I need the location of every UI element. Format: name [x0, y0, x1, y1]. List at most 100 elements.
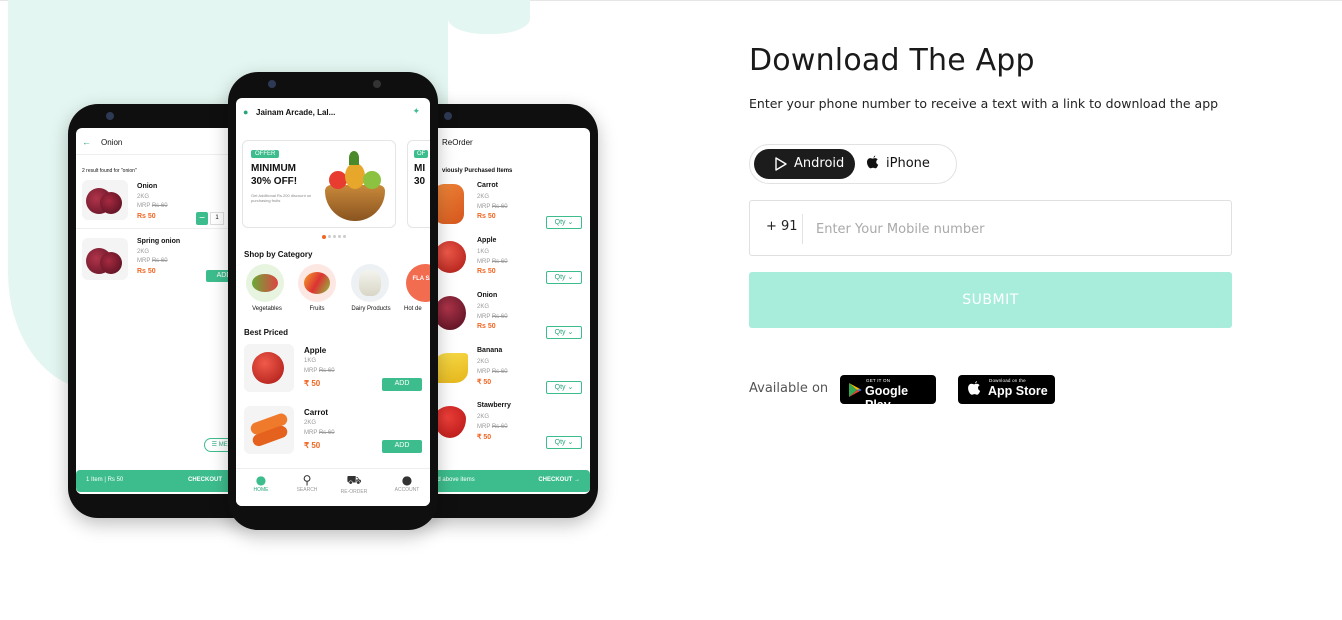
checkout-button[interactable]: CHECKOUT → — [538, 477, 580, 483]
google-play-badge[interactable]: GET IT ON Google Play — [840, 375, 936, 412]
item-name: Onion — [137, 183, 158, 190]
apple-image — [244, 344, 294, 392]
item-qty: 2KG — [304, 420, 317, 426]
user-icon: ● — [401, 473, 413, 487]
apple-logo-icon — [968, 380, 981, 395]
add-button[interactable]: ADD — [382, 440, 422, 453]
offer-banner[interactable]: OFFER MINIMUM 30% OFF! Get Additional Rs… — [242, 140, 396, 228]
page-subtitle: Enter your phone number to receive a tex… — [749, 96, 1219, 111]
nav-search[interactable]: ⚲ SEARCH — [292, 473, 322, 493]
list-item: Banana 2KG MRP Rs 60 ₹ 50 Qty ⌄ — [412, 345, 590, 400]
carousel-dots[interactable] — [322, 235, 352, 239]
bottom-nav: ● HOME ⚲ SEARCH ⛟ RE-ORDER ● ACCOUNT — [236, 468, 430, 506]
apple-image — [434, 241, 466, 273]
category-label: Vegetables — [252, 306, 282, 312]
search-value[interactable]: Onion — [101, 138, 122, 147]
reorder-title: ReOrder — [442, 138, 473, 147]
shop-by-category-heading: Shop by Category — [244, 250, 313, 259]
location-pin-icon: ● — [243, 107, 249, 117]
offer-fine-print: Get Additional Rs.200 discount on purcha… — [251, 193, 312, 203]
iphone-toggle-button[interactable]: iPhone — [866, 149, 930, 179]
item-price: ₹ 50 — [477, 379, 492, 386]
platform-toggle: Android iPhone — [749, 144, 957, 184]
mrp-value: Rs 60 — [491, 424, 508, 430]
mrp-value: Rs 60 — [151, 203, 168, 209]
carrot-image — [244, 406, 294, 454]
mobile-number-input[interactable] — [816, 215, 1216, 243]
app-store-badge[interactable]: Download on the App Store — [958, 375, 1055, 404]
offer-banner-2[interactable]: OF MI 30 — [407, 140, 430, 228]
page-title: Download The App — [749, 43, 1035, 78]
notification-icon[interactable]: ✦ — [412, 106, 420, 117]
item-name: Apple — [304, 346, 327, 355]
offer-line1: MINIMUM — [251, 163, 296, 174]
list-item: Carrot 2KG MRP Rs 60 Rs 50 Qty ⌄ — [412, 180, 590, 235]
stepper-value[interactable]: 1 — [210, 212, 224, 225]
result-count: 2 result found for "onion" — [82, 168, 137, 174]
qty-dropdown[interactable]: Qty ⌄ — [546, 326, 582, 339]
google-play-text: Google Play — [865, 384, 909, 412]
category-hot-deals[interactable]: FLA SAL Hot de — [404, 264, 430, 316]
item-price: ₹ 50 — [304, 379, 321, 388]
home-screen: ● Jainam Arcade, Lal... ✦ OFFER MINIMUM … — [236, 98, 430, 506]
fruit-basket-image — [319, 149, 391, 225]
onion-image — [82, 180, 128, 220]
item-name: Spring onion — [137, 238, 181, 245]
apple-icon — [867, 155, 879, 169]
category-dairy[interactable]: Dairy Products — [342, 264, 398, 316]
app-store-small-text: Download on the — [989, 378, 1026, 383]
decrement-button[interactable]: − — [196, 212, 208, 225]
nav-reorder[interactable]: ⛟ RE-ORDER — [336, 473, 372, 495]
mrp-label: MRP — [477, 259, 491, 265]
search-icon: ⚲ — [302, 473, 312, 487]
submit-button[interactable]: SUBMIT — [749, 272, 1232, 328]
qty-dropdown[interactable]: Qty ⌄ — [546, 271, 582, 284]
item-price: Rs 50 — [477, 268, 496, 275]
item-price: ₹ 50 — [304, 441, 321, 450]
item-qty: 1KG — [477, 249, 490, 255]
qty-dropdown[interactable]: Qty ⌄ — [546, 381, 582, 394]
location-text[interactable]: Jainam Arcade, Lal... — [256, 108, 335, 117]
list-item: Apple 1KG MRP Rs 60 ₹ 50 ADD — [236, 342, 430, 400]
mrp-value: Rs 60 — [491, 314, 508, 320]
cart-bar: dd above items CHECKOUT → — [412, 470, 590, 492]
item-name: Onion — [477, 292, 498, 299]
offer-line2: 30 — [414, 176, 426, 187]
qty-dropdown[interactable]: Qty ⌄ — [546, 436, 582, 449]
mrp-label: MRP — [137, 203, 151, 209]
checkout-button[interactable]: CHECKOUT — [188, 477, 222, 483]
nav-home[interactable]: ● HOME — [246, 473, 276, 493]
flash-sale-badge: FLA SAL — [406, 264, 430, 302]
category-vegetables[interactable]: Vegetables — [242, 264, 288, 316]
spring-onion-image — [82, 238, 128, 280]
cart-summary: dd above items — [434, 477, 475, 483]
mrp-value: Rs 60 — [318, 368, 335, 374]
mrp-value: Rs 60 — [491, 369, 508, 375]
background-blob-small — [448, 0, 530, 34]
offer-line1: MI — [414, 163, 426, 174]
nav-label: RE-ORDER — [340, 489, 368, 495]
item-price: Rs 50 — [477, 213, 496, 220]
mrp-label: MRP — [477, 204, 491, 210]
home-icon: ● — [255, 473, 267, 487]
onion-image — [434, 296, 466, 330]
list-item: Apple 1KG MRP Rs 60 Rs 50 Qty ⌄ — [412, 235, 590, 290]
mrp-label: MRP — [477, 369, 491, 375]
category-label: Hot de — [404, 306, 422, 312]
add-button[interactable]: ADD — [382, 378, 422, 391]
carrot-image — [434, 184, 464, 224]
country-code[interactable]: + 91 — [766, 219, 798, 234]
category-fruits[interactable]: Fruits — [294, 264, 340, 316]
item-qty: 2KG — [137, 194, 150, 200]
menu-icon: ☰ — [211, 442, 218, 448]
back-arrow-icon[interactable]: ← — [82, 137, 91, 147]
offer-badge: OF — [414, 150, 429, 158]
google-play-small-text: GET IT ON — [866, 378, 891, 383]
item-qty: 2KG — [477, 304, 490, 310]
offer-badge: OFFER — [251, 150, 280, 158]
qty-dropdown[interactable]: Qty ⌄ — [546, 216, 582, 229]
mrp-label: MRP — [304, 368, 318, 374]
nav-account[interactable]: ● ACCOUNT — [390, 473, 424, 493]
item-name: Apple — [477, 237, 497, 244]
android-toggle-button[interactable]: Android — [754, 149, 855, 179]
